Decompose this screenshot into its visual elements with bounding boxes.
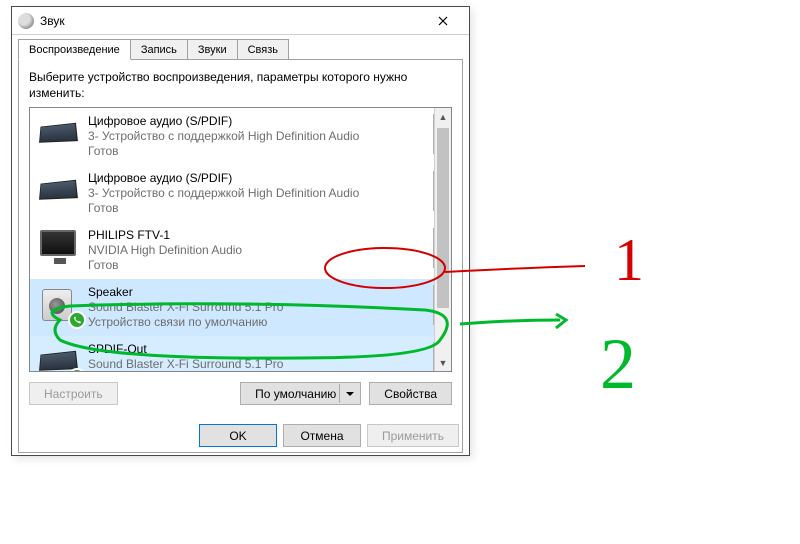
device-row[interactable]: PHILIPS FTV-1 NVIDIA High Definition Aud…	[30, 222, 451, 279]
device-name: SPDIF-Out	[88, 342, 427, 357]
set-default-label: По умолчанию	[255, 387, 336, 401]
device-row-spdif-out[interactable]: SPDIF-Out Sound Blaster X-Fi Surround 5.…	[30, 336, 451, 372]
device-status: Устройство связи по умолчанию	[88, 315, 427, 330]
device-sub: Sound Blaster X-Fi Surround 5.1 Pro	[88, 357, 427, 372]
device-list-scrollbar[interactable]: ▲ ▼	[434, 108, 451, 371]
device-row[interactable]: Цифровое аудио (S/PDIF) 3- Устройство с …	[30, 165, 451, 222]
properties-button[interactable]: Свойства	[369, 382, 452, 405]
device-status: Готов	[88, 258, 427, 273]
tab-recording[interactable]: Запись	[130, 39, 188, 59]
scroll-up-icon[interactable]: ▲	[435, 108, 451, 125]
device-name: Цифровое аудио (S/PDIF)	[88, 171, 427, 186]
annotation-label-2: 2	[600, 324, 636, 404]
device-name: Speaker	[88, 285, 427, 300]
default-comm-badge-icon	[68, 311, 86, 329]
dialog-title: Звук	[40, 14, 423, 28]
configure-button[interactable]: Настроить	[29, 382, 118, 405]
device-row-speaker[interactable]: Speaker Sound Blaster X-Fi Surround 5.1 …	[30, 279, 451, 336]
titlebar[interactable]: Звук	[12, 7, 469, 35]
monitor-icon	[34, 228, 82, 268]
sound-dialog: Звук Воспроизведение Запись Звуки Связь …	[11, 6, 470, 456]
instruction-text: Выберите устройство воспроизведения, пар…	[29, 70, 452, 101]
default-device-badge-icon	[68, 368, 86, 372]
device-status: Готов	[88, 201, 427, 216]
close-icon	[438, 16, 448, 26]
device-sub: NVIDIA High Definition Audio	[88, 243, 427, 258]
tab-playback[interactable]: Воспроизведение	[18, 39, 131, 60]
spdif-icon	[34, 114, 82, 154]
device-sub: Sound Blaster X-Fi Surround 5.1 Pro	[88, 300, 427, 315]
speaker-icon	[34, 285, 82, 325]
cancel-button[interactable]: Отмена	[283, 424, 361, 447]
device-status: Готов	[88, 144, 427, 159]
apply-button[interactable]: Применить	[367, 424, 459, 447]
spdif-icon	[34, 171, 82, 211]
device-sub: 3- Устройство с поддержкой High Definiti…	[88, 186, 427, 201]
scroll-thumb[interactable]	[437, 128, 449, 308]
tab-communications[interactable]: Связь	[237, 39, 289, 59]
device-sub: 3- Устройство с поддержкой High Definiti…	[88, 129, 427, 144]
tab-strip: Воспроизведение Запись Звуки Связь	[12, 35, 469, 59]
set-default-button[interactable]: По умолчанию	[240, 382, 361, 405]
device-row[interactable]: Цифровое аудио (S/PDIF) 3- Устройство с …	[30, 108, 451, 165]
ok-button[interactable]: OK	[199, 424, 277, 447]
device-name: Цифровое аудио (S/PDIF)	[88, 114, 427, 129]
scroll-down-icon[interactable]: ▼	[435, 354, 451, 371]
spdif-icon	[34, 342, 82, 372]
close-button[interactable]	[423, 10, 463, 32]
sound-icon	[18, 13, 34, 29]
device-name: PHILIPS FTV-1	[88, 228, 427, 243]
playback-panel: Выберите устройство воспроизведения, пар…	[18, 59, 463, 453]
device-list[interactable]: Цифровое аудио (S/PDIF) 3- Устройство с …	[29, 107, 452, 372]
annotation-label-1: 1	[614, 227, 644, 293]
tab-sounds[interactable]: Звуки	[187, 39, 238, 59]
